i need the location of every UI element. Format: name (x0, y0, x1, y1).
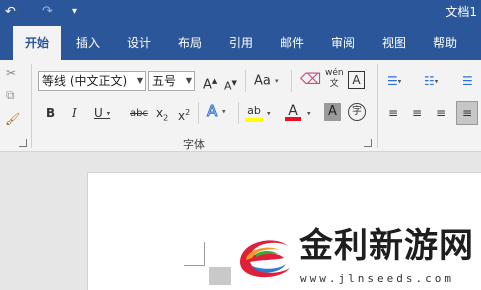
font-name-combo[interactable]: 等线 (中文正文) ▼ (38, 71, 146, 91)
align-center-icon[interactable]: ≡ (412, 104, 422, 122)
change-case-label: Aa (254, 73, 271, 89)
highlight-label: ab (247, 104, 261, 117)
clear-formatting-icon[interactable]: ⌫ (300, 70, 321, 88)
tab-review[interactable]: 审阅 (321, 26, 365, 60)
ribbon-tabs: 开始 插入 设计 布局 引用 邮件 审阅 视图 帮助 (0, 26, 481, 60)
watermark-title: 金利新游网 (299, 226, 474, 266)
separator (238, 102, 239, 124)
italic-button[interactable]: I (72, 104, 77, 122)
watermark-logo-icon (235, 239, 290, 278)
align-left-icon[interactable]: ≡ (388, 104, 398, 122)
font-color-label: A (288, 103, 298, 119)
ribbon: ✂ ⧉ 🖌 等线 (中文正文) ▼ 五号 ▼ A▲ A▼ Aa ▾ ⌫ wén … (0, 60, 481, 152)
chevron-down-icon[interactable]: ▾ (307, 104, 311, 123)
text-effects-label: A (206, 102, 218, 121)
character-border-button[interactable]: A (348, 71, 365, 89)
highlight-color-button[interactable]: ab (245, 102, 263, 122)
superscript-mark: 2 (185, 108, 191, 117)
grow-font-label: A (203, 77, 212, 93)
clipboard-dialog-launcher-icon[interactable] (19, 139, 27, 147)
tab-design[interactable]: 设计 (117, 26, 161, 60)
character-shading-button[interactable]: A (324, 103, 341, 121)
customize-quick-access-icon[interactable]: ▾ (72, 3, 77, 21)
strikethrough-button[interactable]: abc (130, 105, 148, 123)
grow-font-button[interactable]: A▲ (203, 72, 217, 94)
margin-corner-mark (184, 242, 205, 266)
numbering-icon[interactable]: ☷▾ (424, 72, 438, 91)
separator (31, 64, 32, 148)
tab-layout[interactable]: 布局 (168, 26, 212, 60)
separator (245, 70, 246, 92)
cursor-block (209, 267, 231, 285)
phonetic-guide-button[interactable]: wén 文 (325, 68, 344, 90)
tab-references[interactable]: 引用 (219, 26, 263, 60)
undo-icon[interactable]: ↶▾ (5, 3, 19, 22)
font-size-value: 五号 (152, 74, 177, 88)
copy-icon[interactable]: ⧉ (6, 86, 15, 104)
underline-label: U (94, 106, 103, 120)
tab-home[interactable]: 开始 (13, 26, 61, 60)
text-effects-button[interactable]: A ▾ (206, 102, 225, 121)
separator (377, 64, 378, 148)
chevron-down-icon[interactable]: ▼ (137, 72, 143, 90)
highlight-swatch (245, 118, 263, 122)
tab-view[interactable]: 视图 (372, 26, 416, 60)
tab-insert[interactable]: 插入 (66, 26, 110, 60)
font-dialog-launcher-icon[interactable] (364, 139, 372, 147)
subscript-mark: 2 (163, 113, 169, 123)
superscript-button[interactable]: x2 (178, 104, 190, 125)
justify-icon[interactable]: ≡ (456, 101, 478, 125)
separator (198, 102, 199, 124)
tab-help[interactable]: 帮助 (423, 26, 467, 60)
watermark-url: www.jlnseeds.com (300, 272, 454, 285)
shrink-font-label: A (224, 79, 232, 93)
bold-button[interactable]: B (46, 104, 55, 122)
multilevel-list-icon[interactable]: ☰ (462, 72, 473, 90)
bullets-icon[interactable]: ☰▾ (387, 72, 401, 91)
font-group-label: 字体 (183, 138, 205, 151)
title-bar: ↶▾ ↷ ▾ 文档1 (0, 0, 481, 26)
enclose-characters-button[interactable]: 字 (348, 103, 366, 121)
format-painter-icon[interactable]: 🖌 (5, 110, 20, 128)
chevron-down-icon[interactable]: ▾ (267, 104, 271, 123)
redo-icon[interactable]: ↷ (42, 3, 53, 21)
align-right-icon[interactable]: ≡ (436, 104, 446, 122)
change-case-button[interactable]: Aa ▾ (254, 72, 279, 91)
cut-icon[interactable]: ✂ (6, 64, 16, 82)
font-color-button[interactable]: A (285, 102, 301, 121)
document-title: 文档1 (445, 5, 477, 19)
subscript-button[interactable]: x2 (156, 104, 168, 127)
shrink-font-button[interactable]: A▼ (224, 74, 237, 96)
separator (291, 70, 292, 92)
font-size-combo[interactable]: 五号 ▼ (148, 71, 195, 91)
underline-button[interactable]: U ▾ (94, 104, 110, 123)
tab-mailings[interactable]: 邮件 (270, 26, 314, 60)
font-name-value: 等线 (中文正文) (42, 74, 128, 88)
chevron-down-icon[interactable]: ▼ (186, 72, 192, 90)
